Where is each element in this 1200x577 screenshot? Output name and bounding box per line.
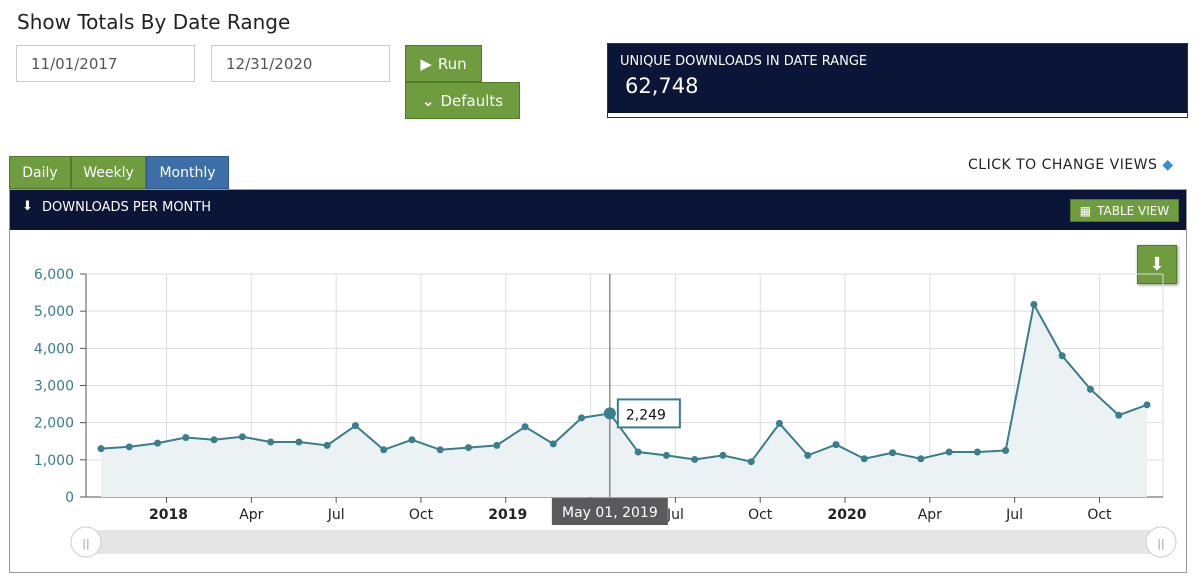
data-point (493, 441, 501, 449)
y-tick-label: 4,000 (34, 341, 74, 357)
data-point (804, 451, 812, 459)
chart-svg: 0 1,000 2,000 3,000 4,000 5,000 6,000 2018 Apr Ju… (34, 267, 1177, 558)
grip-icon: || (1157, 537, 1164, 550)
data-point (323, 441, 331, 449)
x-tick-label: Jul (327, 507, 345, 523)
data-point (267, 438, 275, 446)
data-point (154, 439, 162, 447)
data-point (719, 451, 727, 459)
data-point (182, 434, 190, 442)
x-tick-label: Apr (918, 507, 942, 523)
navigator-track (86, 530, 1162, 554)
date-tooltip-label: May 01, 2019 (562, 505, 658, 521)
data-point (210, 436, 218, 444)
x-tick-label: Apr (239, 507, 263, 523)
data-point (125, 443, 133, 451)
y-tick-label: 5,000 (34, 304, 74, 320)
data-point (775, 419, 783, 427)
data-point (436, 446, 444, 454)
y-tick-label: 0 (65, 490, 74, 506)
data-point (691, 455, 699, 463)
data-point (1030, 300, 1038, 308)
x-tick-label: Oct (1087, 507, 1112, 523)
data-point (1058, 352, 1066, 360)
data-point (603, 407, 616, 420)
data-point (578, 414, 586, 422)
data-point (917, 455, 925, 463)
data-point (295, 438, 303, 446)
y-tick-label: 1,000 (34, 453, 74, 469)
data-point (973, 448, 981, 456)
data-point (860, 455, 868, 463)
data-point (889, 449, 897, 457)
y-tick-label: 3,000 (34, 379, 74, 395)
grip-icon: || (82, 537, 89, 550)
x-tick-label: Jul (1005, 507, 1023, 523)
data-point (1115, 411, 1123, 419)
data-point (380, 446, 388, 454)
data-point (1086, 385, 1094, 393)
y-tick-label: 2,000 (34, 416, 74, 432)
data-point (832, 441, 840, 449)
x-tick-label: 2020 (828, 507, 867, 523)
tooltip-value: 2,249 (626, 407, 666, 423)
x-tick-label: Oct (409, 507, 434, 523)
data-point (1143, 401, 1151, 409)
data-point (662, 451, 670, 459)
data-point (408, 436, 416, 444)
data-point (238, 433, 246, 441)
data-point (549, 440, 557, 448)
data-point (351, 422, 359, 430)
data-point (945, 448, 953, 456)
data-point (465, 444, 473, 452)
x-tick-label: Jul (666, 507, 684, 523)
y-tick-label: 6,000 (34, 267, 74, 283)
data-point (747, 458, 755, 466)
x-tick-label: 2018 (149, 507, 188, 523)
data-point (634, 448, 642, 456)
x-tick-label: 2019 (488, 507, 527, 523)
data-point (521, 423, 529, 431)
data-point (1002, 447, 1010, 455)
data-point (97, 445, 105, 453)
x-tick-label: Oct (748, 507, 773, 523)
